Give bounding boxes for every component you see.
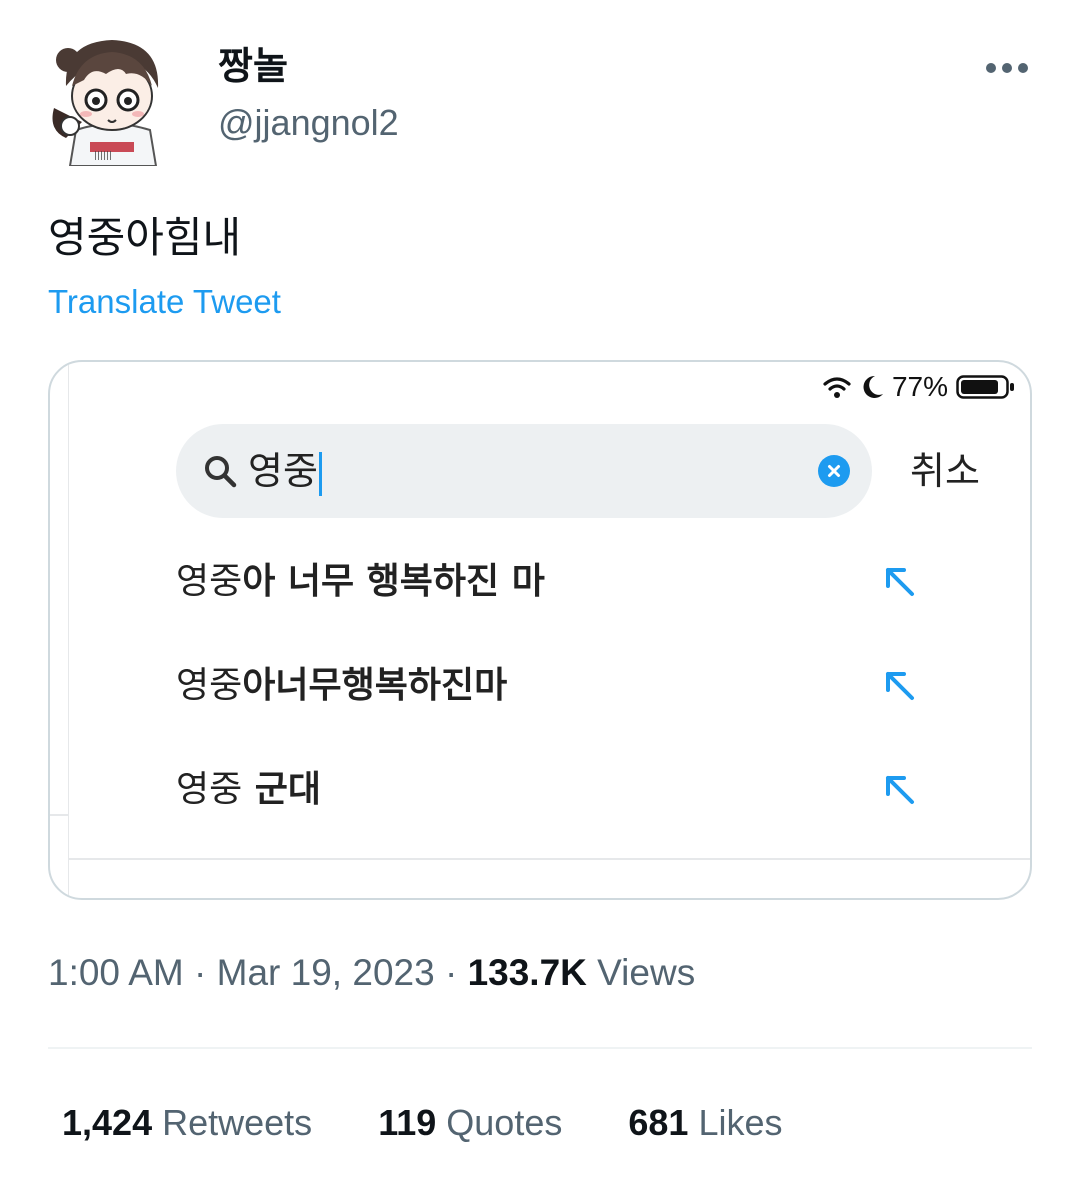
search-input[interactable]: 영중 — [248, 446, 322, 496]
divider — [68, 858, 1030, 860]
clear-search-icon[interactable] — [818, 455, 850, 487]
views-count: 133.7K — [467, 952, 587, 993]
more-dots-icon — [986, 63, 1028, 73]
views-label: Views — [586, 952, 696, 993]
search-suggestion[interactable]: 영중아 너무 행복하진 마 — [176, 552, 936, 612]
retweets-label: Retweets — [152, 1102, 313, 1143]
suggestion-text: 영중 군대 — [176, 768, 321, 812]
likes-count: 681 — [628, 1102, 689, 1143]
suggestion-typed: 영중 — [176, 769, 243, 810]
divider — [50, 814, 68, 816]
divider — [48, 1047, 1032, 1049]
more-options-button[interactable] — [978, 50, 1036, 86]
cancel-button[interactable]: 취소 — [910, 448, 980, 494]
search-suggestion[interactable]: 영중 군대 — [176, 760, 936, 820]
battery-percent: 77% — [891, 371, 948, 402]
tweet-time[interactable]: 1:00 AM — [48, 952, 184, 993]
fill-search-arrow-icon[interactable] — [880, 770, 920, 810]
svg-text:||||||: |||||| — [94, 151, 112, 161]
suggestion-typed: 영중 — [176, 665, 243, 706]
suggestion-text: 영중아 너무 행복하진 마 — [176, 560, 545, 604]
likes-stat[interactable]: 681 Likes — [628, 1100, 782, 1146]
avatar[interactable]: |||||| — [46, 30, 178, 167]
suggestion-completion: 아너무행복하진마 — [242, 665, 508, 706]
likes-label: Likes — [688, 1102, 783, 1143]
suggestion-text: 영중아너무행복하진마 — [176, 664, 507, 708]
moon-icon — [863, 375, 883, 398]
display-name[interactable]: 짱놀 — [218, 44, 288, 88]
search-query-text: 영중 — [248, 449, 318, 493]
divider — [68, 362, 69, 898]
tweet-media-image[interactable]: 77% 영중 취소 영중아 너무 행복하진 마 영중아너무행복하진마 영중 군대 — [48, 360, 1032, 900]
tweet-date[interactable]: Mar 19, 2023 — [217, 952, 435, 993]
text-caret — [318, 451, 322, 496]
fill-search-arrow-icon[interactable] — [880, 562, 920, 602]
search-bar[interactable]: 영중 — [176, 424, 872, 518]
retweets-count: 1,424 — [62, 1102, 153, 1143]
engagement-stats: 1,424 Retweets 119 Quotes 681 Likes — [62, 1100, 838, 1146]
search-icon — [205, 456, 237, 488]
quotes-count: 119 — [378, 1102, 437, 1143]
translate-tweet-link[interactable]: Translate Tweet — [48, 282, 281, 322]
user-handle[interactable]: @jjangnol2 — [218, 102, 399, 144]
suggestion-completion: 아 너무 행복하진 마 — [242, 561, 545, 602]
status-bar: 77% — [822, 370, 1016, 404]
separator-dot: · — [183, 952, 217, 993]
fill-search-arrow-icon[interactable] — [880, 666, 920, 706]
suggestion-typed: 영중 — [176, 561, 243, 602]
suggestion-completion: 군대 — [242, 769, 322, 810]
retweets-stat[interactable]: 1,424 Retweets — [62, 1100, 312, 1146]
quotes-label: Quotes — [436, 1102, 563, 1143]
search-suggestion[interactable]: 영중아너무행복하진마 — [176, 656, 936, 716]
tweet-text: 영중아힘내 — [48, 213, 242, 262]
quotes-stat[interactable]: 119 Quotes — [378, 1100, 562, 1146]
tweet-meta: 1:00 AM · Mar 19, 2023 · 133.7K Views — [48, 950, 695, 996]
battery-icon — [956, 375, 1014, 399]
separator-dot: · — [434, 952, 468, 993]
wifi-icon — [823, 377, 851, 398]
